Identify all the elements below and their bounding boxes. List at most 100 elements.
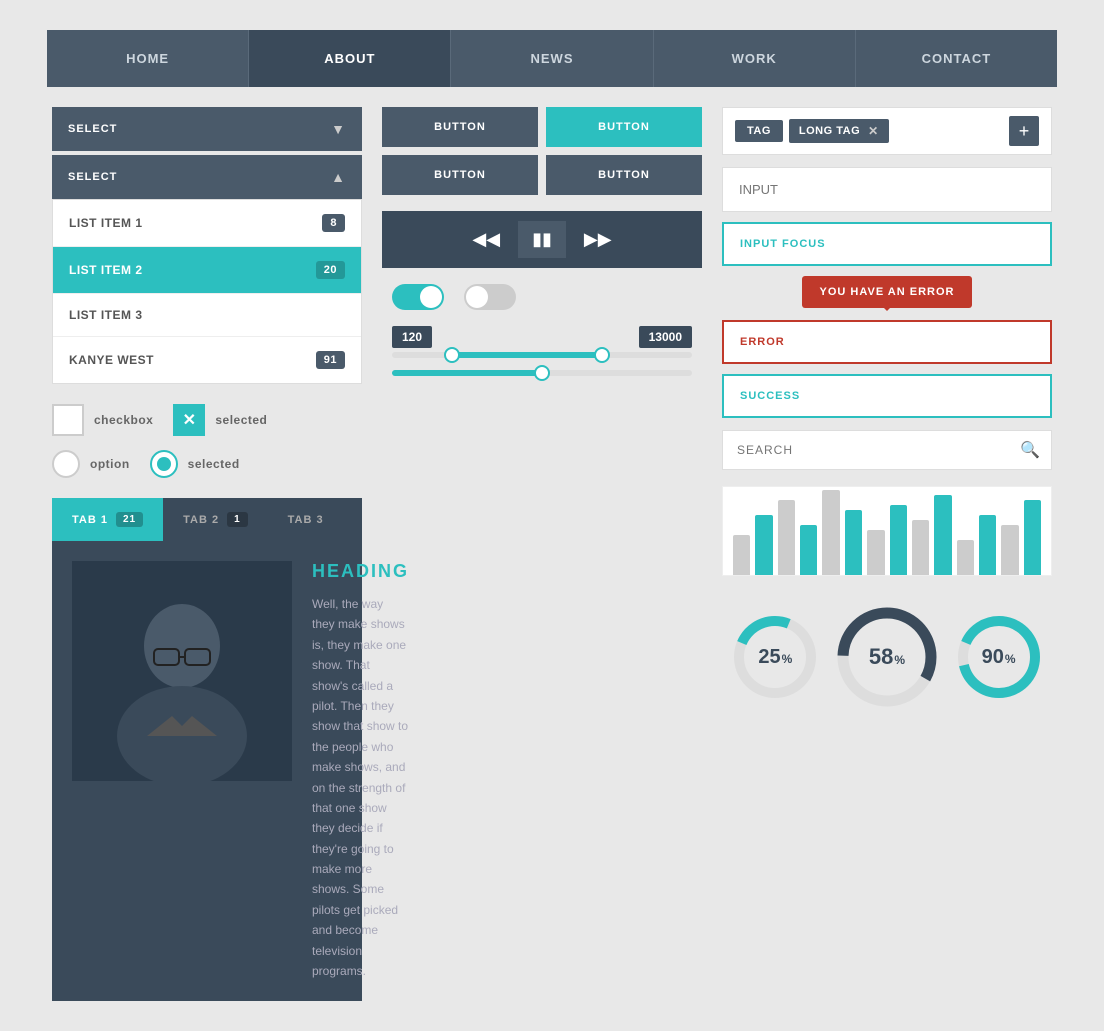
toggle-off[interactable] [464,284,516,310]
list-container: LIST ITEM 1 8 LIST ITEM 2 20 LIST ITEM 3… [52,199,362,384]
nav-about[interactable]: ABOUT [249,30,451,87]
bar-chart [722,486,1052,576]
mid-panel: BUTTON BUTTON BUTTON BUTTON ◀◀ ▮▮ ▶▶ 120 [382,107,702,1001]
input-focus-field[interactable] [722,222,1052,266]
tab-2-badge: 1 [227,512,248,527]
bar-chart-bar [778,500,795,575]
tab-3-label: TAB 3 [288,514,324,526]
tag-long-item[interactable]: LONG TAG ✕ [789,119,889,143]
donut-58: 58% [832,602,942,712]
donut-row: 25% 58% [722,592,1052,722]
bar-chart-bar [800,525,817,575]
main-nav: HOME ABOUT NEWS WORK CONTACT [47,30,1057,87]
button-grid: BUTTON BUTTON BUTTON BUTTON [382,107,702,195]
checkbox-label: checkbox [94,413,153,427]
button-3[interactable]: BUTTON [382,155,538,195]
tab-1-label: TAB 1 [72,514,108,526]
slider-value-2: 13000 [639,326,692,348]
bar-chart-bar [845,510,862,575]
tag-add-button[interactable]: + [1009,116,1039,146]
radio-unchecked-item: option [52,450,130,478]
list-item-2-label: LIST ITEM 2 [69,263,143,277]
radio-row: option selected [52,450,362,478]
button-4[interactable]: BUTTON [546,155,702,195]
error-tooltip-row: YOU HAVE AN ERROR [722,276,1052,314]
list-item-1-label: LIST ITEM 1 [69,216,143,230]
bar-chart-bar [755,515,772,575]
list-item[interactable]: KANYE WEST 91 [53,337,361,383]
radio-selected-label: selected [188,457,240,471]
bar-chart-bar [822,490,839,575]
list-item-3-label: LIST ITEM 3 [69,308,143,322]
tab-3[interactable]: TAB 3 [268,498,344,541]
nav-home[interactable]: HOME [47,30,249,87]
radio-unchecked[interactable] [52,450,80,478]
nav-news[interactable]: NEWS [451,30,653,87]
single-slider-handle[interactable] [534,365,550,381]
tag-long-label: LONG TAG [799,125,860,137]
dual-slider-section: 120 13000 [382,326,702,376]
dual-slider-track[interactable] [392,352,692,358]
error-input[interactable] [722,320,1052,364]
checkbox-unchecked-item: checkbox [52,404,153,436]
bar-chart-bar [1024,500,1041,575]
tab-1[interactable]: TAB 1 21 [52,498,163,541]
checkbox-checked-label: selected [215,413,267,427]
chevron-up-icon: ▲ [331,169,346,185]
input-field[interactable] [722,167,1052,212]
next-button[interactable]: ▶▶ [574,223,622,256]
select-2-label: SELECT [68,171,117,183]
success-input[interactable] [722,374,1052,418]
toggle-on[interactable] [392,284,444,310]
bar-chart-bar [957,540,974,575]
bar-chart-bar [867,530,884,575]
left-panel: SELECT ▼ SELECT ▲ LIST ITEM 1 8 LIST ITE… [52,107,362,1001]
nav-work[interactable]: WORK [654,30,856,87]
search-input[interactable] [722,430,1052,470]
bar-chart-bar [1001,525,1018,575]
list-item-4-label: KANYE WEST [69,353,154,367]
donut-25: 25% [725,607,825,707]
list-item-2-badge: 20 [316,261,345,279]
list-item[interactable]: LIST ITEM 3 [53,294,361,337]
list-item-1-badge: 8 [322,214,345,232]
checkbox-checked[interactable]: ✕ [173,404,205,436]
radio-selected[interactable] [150,450,178,478]
select-dropdown-2[interactable]: SELECT ▲ [52,155,362,199]
main-content: SELECT ▼ SELECT ▲ LIST ITEM 1 8 LIST ITE… [47,107,1057,1001]
tab-content: HEADING Well, the way they make shows is… [52,541,362,1001]
list-item[interactable]: LIST ITEM 1 8 [53,200,361,247]
select-dropdown-1[interactable]: SELECT ▼ [52,107,362,151]
single-slider-track[interactable] [392,370,692,376]
tab-1-badge: 21 [116,512,143,527]
slider-handle-right[interactable] [594,347,610,363]
donut-58-label: 58% [869,644,905,670]
error-tooltip: YOU HAVE AN ERROR [802,276,973,308]
prev-button[interactable]: ◀◀ [462,223,510,256]
checkbox-row: checkbox ✕ selected [52,404,362,436]
tabs-header: TAB 1 21 TAB 2 1 TAB 3 [52,498,362,541]
tag-item[interactable]: TAG [735,120,783,142]
donut-90-label: 90% [982,646,1016,669]
toggle-row [382,284,702,310]
list-item[interactable]: LIST ITEM 2 20 [53,247,361,294]
checkbox-unchecked[interactable] [52,404,84,436]
list-item-4-badge: 91 [316,351,345,369]
button-2[interactable]: BUTTON [546,107,702,147]
pause-button[interactable]: ▮▮ [518,221,566,258]
button-1[interactable]: BUTTON [382,107,538,147]
tag-close-icon[interactable]: ✕ [868,124,879,138]
slider-value-1: 120 [392,326,432,348]
tab-person-image [72,561,292,781]
slider-handle-left[interactable] [444,347,460,363]
nav-contact[interactable]: CONTACT [856,30,1057,87]
bar-chart-bar [912,520,929,575]
donut-90: 90% [949,607,1049,707]
donut-25-label: 25% [758,646,792,669]
tags-row: TAG LONG TAG ✕ + [722,107,1052,155]
tab-2[interactable]: TAB 2 1 [163,498,268,541]
search-box: 🔍 [722,430,1052,470]
radio-selected-item: selected [150,450,240,478]
media-player: ◀◀ ▮▮ ▶▶ [382,211,702,268]
radio-label: option [90,457,130,471]
